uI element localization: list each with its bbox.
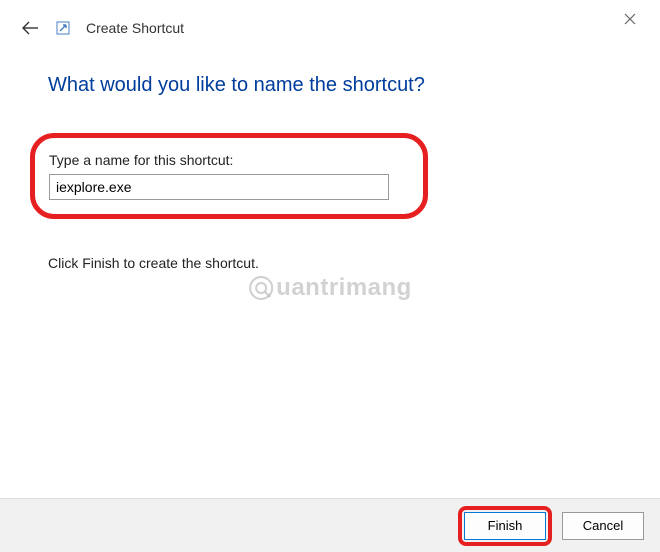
watermark-icon: [248, 275, 274, 301]
finish-highlight: Finish: [458, 506, 552, 546]
help-text: Click Finish to create the shortcut.: [48, 255, 612, 271]
button-bar: Finish Cancel: [0, 498, 660, 552]
shortcut-name-label: Type a name for this shortcut:: [49, 152, 409, 168]
cancel-button[interactable]: Cancel: [562, 512, 644, 540]
close-icon: [624, 13, 636, 25]
heading: What would you like to name the shortcut…: [48, 74, 612, 97]
content-area: What would you like to name the shortcut…: [0, 38, 660, 271]
back-arrow-icon: [21, 21, 39, 35]
shortcut-icon: [56, 21, 70, 35]
watermark: uantrimang: [248, 274, 412, 302]
shortcut-name-group: Type a name for this shortcut:: [30, 133, 428, 219]
titlebar: Create Shortcut: [0, 0, 660, 38]
close-button[interactable]: [616, 8, 644, 34]
finish-button[interactable]: Finish: [464, 512, 546, 540]
shortcut-name-input[interactable]: [49, 174, 389, 200]
page-title: Create Shortcut: [86, 20, 184, 36]
back-button[interactable]: [20, 18, 40, 38]
